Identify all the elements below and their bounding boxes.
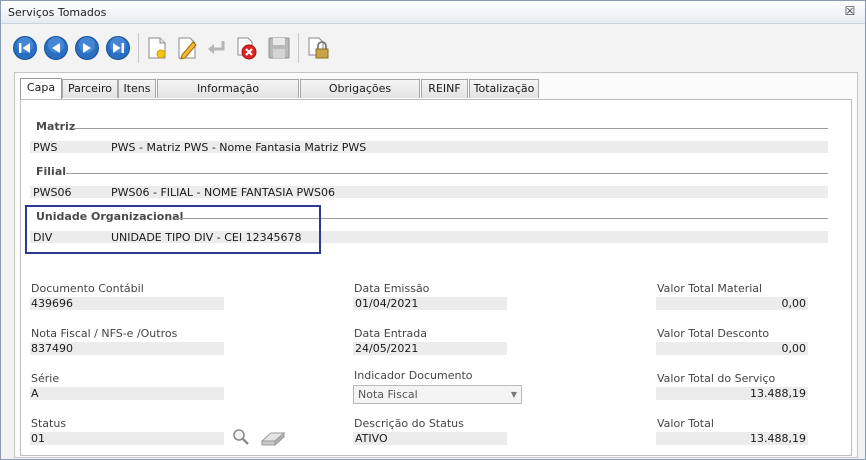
valor-total-desconto-value: 0,00 bbox=[781, 342, 807, 355]
serie-value: A bbox=[31, 387, 39, 400]
last-record-icon[interactable] bbox=[105, 35, 131, 61]
edit-icon[interactable] bbox=[174, 35, 200, 61]
tab-itens[interactable]: Itens bbox=[118, 79, 156, 98]
status-value: 01 bbox=[31, 432, 45, 445]
tab-parceiro[interactable]: Parceiro bbox=[62, 79, 118, 98]
new-icon[interactable] bbox=[144, 35, 170, 61]
descricao-status-value: ATIVO bbox=[355, 432, 388, 445]
filial-code: PWS06 bbox=[33, 186, 72, 199]
valor-total-label: Valor Total bbox=[657, 417, 714, 430]
filial-divider bbox=[66, 173, 828, 174]
valor-total-material-label: Valor Total Material bbox=[657, 282, 763, 295]
tab-capa[interactable]: Capa bbox=[20, 78, 62, 99]
matriz-description: PWS - Matriz PWS - Nome Fantasia Matriz … bbox=[111, 141, 367, 154]
valor-total-value: 13.488,19 bbox=[750, 432, 806, 445]
nota-fiscal-value: 837490 bbox=[31, 342, 73, 355]
next-record-icon[interactable] bbox=[74, 35, 100, 61]
tab-informacao-complementar[interactable]: Informação Complementar bbox=[157, 79, 299, 113]
delete-icon[interactable] bbox=[234, 35, 260, 61]
indicador-documento-select[interactable]: Nota Fiscal ▼ bbox=[353, 385, 522, 404]
filial-description: PWS06 - FILIAL - NOME FANTASIA PWS06 bbox=[111, 186, 336, 199]
documento-contabil-value: 439696 bbox=[31, 297, 73, 310]
data-emissao-label: Data Emissão bbox=[354, 282, 430, 295]
save-icon[interactable] bbox=[266, 35, 292, 61]
tab-obrigacoes-municipais[interactable]: Obrigações Municipais bbox=[300, 79, 420, 113]
matriz-code: PWS bbox=[33, 141, 58, 154]
first-record-icon[interactable] bbox=[12, 35, 38, 61]
data-emissao-value: 01/04/2021 bbox=[355, 297, 419, 310]
valor-total-desconto-label: Valor Total Desconto bbox=[657, 327, 770, 340]
tab-reinf[interactable]: REINF bbox=[421, 79, 468, 98]
chevron-down-icon: ▼ bbox=[510, 390, 517, 399]
descricao-status-label: Descrição do Status bbox=[354, 417, 464, 430]
highlight-box bbox=[25, 205, 321, 254]
data-entrada-label: Data Entrada bbox=[354, 327, 427, 340]
nota-fiscal-label: Nota Fiscal / NFS-e /Outros bbox=[31, 327, 178, 340]
previous-record-icon[interactable] bbox=[43, 35, 69, 61]
close-icon[interactable]: ☒ bbox=[843, 4, 857, 18]
data-entrada-value: 24/05/2021 bbox=[355, 342, 419, 355]
toolbar bbox=[10, 30, 850, 70]
indicador-documento-label: Indicador Documento bbox=[354, 369, 473, 382]
serie-label: Série bbox=[31, 372, 60, 385]
tab-totalizacao[interactable]: Totalização bbox=[469, 79, 539, 98]
documento-contabil-label: Documento Contábil bbox=[31, 282, 144, 295]
search-icon[interactable] bbox=[232, 428, 250, 446]
status-field[interactable] bbox=[30, 432, 224, 445]
status-label: Status bbox=[31, 417, 67, 430]
matriz-divider bbox=[74, 128, 828, 129]
undo-icon[interactable] bbox=[204, 35, 230, 61]
serie-field[interactable] bbox=[30, 387, 224, 400]
toolbar-separator bbox=[298, 33, 299, 63]
lock-icon[interactable] bbox=[305, 35, 331, 61]
toolbar-separator bbox=[138, 33, 139, 63]
eraser-icon[interactable] bbox=[259, 429, 287, 447]
window-title: Serviços Tomados bbox=[8, 6, 107, 19]
valor-total-material-value: 0,00 bbox=[781, 297, 807, 310]
valor-total-servico-label: Valor Total do Serviço bbox=[657, 372, 776, 385]
matriz-heading: Matriz bbox=[36, 120, 76, 133]
title-bar: Serviços Tomados ☒ bbox=[1, 1, 865, 24]
valor-total-servico-value: 13.488,19 bbox=[750, 387, 806, 400]
filial-heading: Filial bbox=[36, 165, 67, 178]
indicador-documento-value: Nota Fiscal bbox=[358, 388, 418, 401]
